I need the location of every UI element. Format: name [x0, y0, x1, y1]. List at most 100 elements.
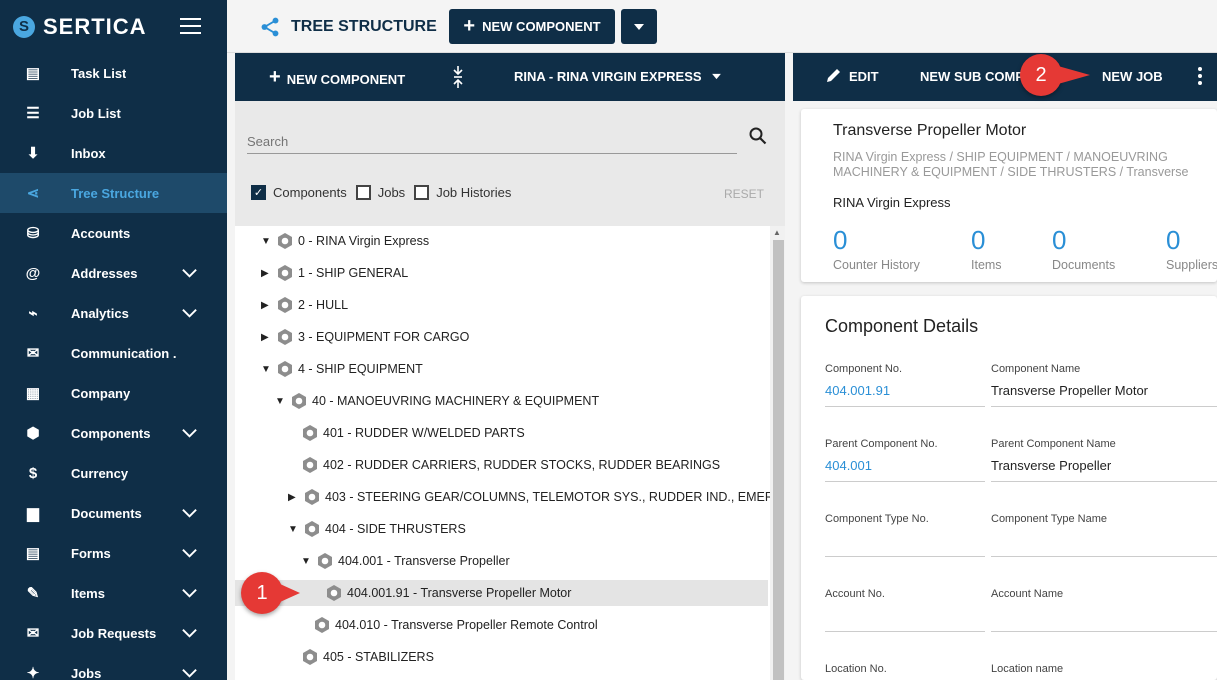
- field-component-no: Component No. 404.001.91: [825, 363, 985, 407]
- sidebar-item-analytics[interactable]: ⌁ Analytics: [0, 293, 227, 333]
- chevron-down-icon[interactable]: [181, 505, 198, 522]
- tree-node[interactable]: 402 - RUDDER CARRIERS, RUDDER STOCKS, RU…: [301, 452, 720, 478]
- expand-arrow-icon[interactable]: ▶: [261, 300, 271, 311]
- new-sub-component-button[interactable]: NEW SUB COMPONENT: [920, 69, 1035, 84]
- details-title: Component Details: [825, 316, 979, 336]
- brand: S SERTICA: [0, 0, 227, 53]
- tree-node-label: 2 - HULL: [298, 298, 349, 312]
- stat-label: Suppliers: [1166, 258, 1217, 272]
- sidebar-item-company[interactable]: ▦ Company: [0, 373, 227, 413]
- tree-node[interactable]: ▼ 404.001 - Transverse Propeller: [301, 548, 510, 574]
- tree-node-label: 401 - RUDDER W/WELDED PARTS: [323, 426, 525, 440]
- scroll-up-icon[interactable]: ▲: [773, 228, 781, 237]
- checkbox[interactable]: [355, 185, 371, 200]
- tree-node[interactable]: ▼ 40 - MANOEUVRING MACHINERY & EQUIPMENT: [275, 388, 599, 414]
- tree-node[interactable]: ▶ 403 - STEERING GEAR/COLUMNS, TELEMOTOR …: [288, 484, 770, 510]
- collapse-arrow-icon[interactable]: ▼: [261, 364, 271, 375]
- sidebar-item-items[interactable]: ✎ Items: [0, 573, 227, 613]
- field-label: Parent Component Name: [991, 438, 1116, 450]
- vessel-selector[interactable]: RINA - RINA VIRGIN EXPRESS: [514, 69, 722, 84]
- sidebar-item-jobs[interactable]: ✦ Jobs: [0, 653, 227, 680]
- tree-node[interactable]: 405 - STABILIZERS: [301, 644, 434, 670]
- tree-new-component-button[interactable]: + NEW COMPONENT: [269, 66, 405, 89]
- forms-icon: ▤: [25, 545, 41, 562]
- chevron-down-icon[interactable]: [181, 265, 198, 282]
- chevron-down-icon[interactable]: [181, 545, 198, 562]
- component-hex-icon: [303, 457, 317, 473]
- app-window: S SERTICA ▤ Task List ☰ Job List ⬇ Inbox ⋖ Tree…: [0, 0, 1217, 680]
- sidebar-item-task-list[interactable]: ▤ Task List: [0, 53, 227, 93]
- sidebar-item-components[interactable]: ⬢ Components: [0, 413, 227, 453]
- sidebar-item-forms[interactable]: ▤ Forms: [0, 533, 227, 573]
- sidebar-item-addresses[interactable]: @ Addresses: [0, 253, 227, 293]
- tree-scrollbar[interactable]: ▲: [770, 226, 785, 680]
- scrollbar-thumb[interactable]: [773, 240, 784, 680]
- sidebar-item-tree-structure[interactable]: ⋖ Tree Structure: [0, 173, 227, 213]
- tree-node[interactable]: 404.001.91 - Transverse Propeller Motor: [235, 580, 768, 606]
- edit-button[interactable]: EDIT: [825, 68, 879, 84]
- tree-node[interactable]: ▶ 3 - EQUIPMENT FOR CARGO: [261, 324, 469, 350]
- sidebar-item-documents[interactable]: ▆ Documents: [0, 493, 227, 533]
- expand-arrow-icon[interactable]: ▶: [288, 492, 298, 503]
- expand-arrow-icon[interactable]: ▶: [261, 332, 271, 343]
- new-component-dropdown-button[interactable]: [621, 9, 657, 44]
- checkbox[interactable]: [414, 185, 430, 200]
- reset-button[interactable]: RESET: [724, 187, 764, 201]
- field-label: Component Type No.: [825, 513, 929, 525]
- tree-node[interactable]: ▼ 0 - RINA Virgin Express: [261, 228, 429, 254]
- field-parent-component-name: Parent Component Name Transverse Propelle…: [991, 438, 1217, 482]
- stat-items[interactable]: 0 Items: [971, 225, 1002, 272]
- chevron-down-icon[interactable]: [181, 625, 198, 642]
- sidebar-item-label: Addresses: [71, 265, 138, 281]
- collapse-arrow-icon[interactable]: ▼: [261, 236, 271, 247]
- filter-jobs[interactable]: Jobs: [355, 185, 405, 200]
- field-label: Component Name: [991, 363, 1081, 375]
- sidebar-item-label: Job List: [71, 105, 121, 121]
- component-hex-icon: [278, 297, 292, 313]
- hamburger-menu-icon[interactable]: [180, 18, 201, 39]
- collapse-arrow-icon[interactable]: ▼: [301, 556, 311, 567]
- chevron-down-icon[interactable]: [181, 425, 198, 442]
- new-job-button[interactable]: NEW JOB: [1102, 69, 1163, 84]
- stat-value: 0: [1052, 225, 1067, 255]
- collapse-arrow-icon[interactable]: ▼: [275, 396, 285, 407]
- sidebar-item-accounts[interactable]: ⛁ Accounts: [0, 213, 227, 253]
- stat-counter-history[interactable]: 0 Counter History: [833, 225, 920, 272]
- new-component-button[interactable]: + NEW COMPONENT: [449, 9, 615, 44]
- tree-node[interactable]: ▶ 2 - HULL: [261, 292, 348, 318]
- stat-suppliers[interactable]: 0 Suppliers: [1166, 225, 1217, 272]
- breadcrumb: RINA Virgin Express / SHIP EQUIPMENT / M…: [833, 150, 1189, 179]
- tree-node[interactable]: ▼ 404 - SIDE THRUSTERS: [288, 516, 466, 542]
- filter-components[interactable]: ✓ Components: [251, 185, 347, 200]
- sidebar-item-label: Currency: [71, 465, 129, 481]
- tree-node[interactable]: ▶ 1 - SHIP GENERAL: [261, 260, 408, 286]
- chevron-down-icon[interactable]: [181, 585, 198, 602]
- sidebar-item-job-requests[interactable]: ✉ Job Requests: [0, 613, 227, 653]
- stat-documents[interactable]: 0 Documents: [1052, 225, 1115, 272]
- plus-icon: +: [269, 66, 281, 88]
- filter-job-histories[interactable]: Job Histories: [414, 185, 511, 200]
- component-hex-icon: [278, 233, 292, 249]
- collapse-arrow-icon[interactable]: ▼: [288, 524, 298, 535]
- stat-value: 0: [1166, 225, 1181, 255]
- sidebar-item-job-list[interactable]: ☰ Job List: [0, 93, 227, 133]
- sidebar-item-inbox[interactable]: ⬇ Inbox: [0, 133, 227, 173]
- component-title: Transverse Propeller Motor: [833, 122, 1027, 139]
- field-label: Component Type Name: [991, 513, 1107, 525]
- chevron-down-icon[interactable]: [181, 665, 198, 680]
- checkbox[interactable]: ✓: [251, 185, 266, 200]
- sidebar-item-communication[interactable]: ✉ Communication ...: [0, 333, 227, 373]
- filter-label: Components: [273, 185, 347, 200]
- field-value[interactable]: 404.001.91: [825, 383, 985, 407]
- tree-node[interactable]: 401 - RUDDER W/WELDED PARTS: [301, 420, 525, 446]
- tree-node[interactable]: 404.010 - Transverse Propeller Remote Co…: [313, 612, 598, 638]
- more-options-icon[interactable]: [1198, 67, 1202, 85]
- search-input[interactable]: [247, 129, 737, 154]
- chevron-down-icon[interactable]: [181, 305, 198, 322]
- tree-node[interactable]: ▼ 4 - SHIP EQUIPMENT: [261, 356, 423, 382]
- expand-arrow-icon[interactable]: ▶: [261, 268, 271, 279]
- sidebar-item-currency[interactable]: $ Currency: [0, 453, 227, 493]
- collapse-expand-icon[interactable]: [452, 66, 464, 88]
- search-icon[interactable]: [749, 127, 767, 145]
- field-value[interactable]: 404.001: [825, 458, 985, 482]
